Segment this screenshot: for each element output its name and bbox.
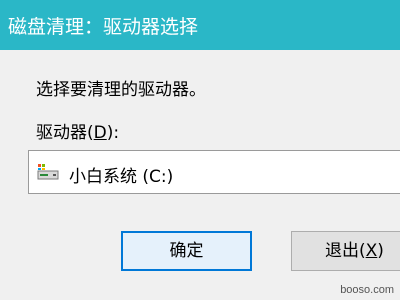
hard-drive-icon bbox=[37, 164, 59, 180]
drive-select[interactable]: 小白系统 (C:) bbox=[28, 150, 400, 194]
exit-label-suffix: ) bbox=[377, 241, 384, 261]
window-title: 磁盘清理：驱动器选择 bbox=[8, 16, 199, 38]
exit-label-mnemonic: X bbox=[365, 241, 378, 261]
watermark-text: booso.com bbox=[340, 284, 394, 296]
title-bar[interactable]: 磁盘清理：驱动器选择 bbox=[0, 0, 400, 50]
selected-drive-value: 小白系统 (C:) bbox=[69, 167, 174, 187]
disk-cleanup-dialog: 磁盘清理：驱动器选择 选择要清理的驱动器。 驱动器(D): 小白系统 (C:) … bbox=[0, 0, 400, 300]
instruction-text: 选择要清理的驱动器。 bbox=[36, 80, 206, 100]
exit-button[interactable]: 退出(X) bbox=[291, 231, 400, 271]
exit-label-prefix: 退出( bbox=[325, 241, 366, 261]
drive-label-mnemonic: D bbox=[93, 123, 107, 143]
drive-label-prefix: 驱动器( bbox=[36, 123, 94, 143]
drive-label: 驱动器(D): bbox=[36, 118, 119, 143]
drive-label-suffix: ): bbox=[106, 123, 120, 143]
ok-button[interactable]: 确定 bbox=[121, 231, 252, 271]
